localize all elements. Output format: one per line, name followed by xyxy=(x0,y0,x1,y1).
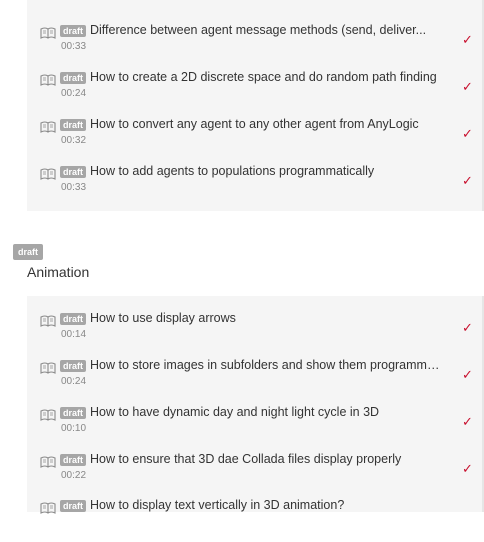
checkmark-icon: ✓ xyxy=(462,126,473,141)
lesson-duration: 00:10 xyxy=(61,423,87,434)
lesson-row[interactable]: draft How to add agents to populations p… xyxy=(27,161,483,208)
lesson-duration: 00:24 xyxy=(61,376,87,387)
lesson-duration: 00:14 xyxy=(61,329,87,340)
lesson-row[interactable]: draft How to display text vertically in … xyxy=(27,495,483,542)
draft-badge: draft xyxy=(60,360,86,372)
lesson-row[interactable]: draft How to create a 2D discrete space … xyxy=(27,67,483,114)
checkmark-icon: ✓ xyxy=(462,320,473,335)
draft-badge: draft xyxy=(60,500,86,512)
lesson-row[interactable]: draft How to ensure that 3D dae Collada … xyxy=(27,449,483,496)
lesson-title[interactable]: How to add agents to populations program… xyxy=(90,164,440,178)
book-icon xyxy=(40,455,56,468)
lesson-duration: 00:33 xyxy=(61,182,87,193)
lesson-row[interactable]: draft How to use display arrows 00:14 ✓ xyxy=(27,308,483,355)
section-lessons-panel: draft How to use display arrows 00:14 ✓ … xyxy=(27,296,483,514)
draft-badge: draft xyxy=(60,454,86,466)
lesson-title[interactable]: How to ensure that 3D dae Collada files … xyxy=(90,452,440,466)
book-icon xyxy=(40,120,56,133)
lesson-duration: 00:22 xyxy=(61,470,87,481)
draft-badge: draft xyxy=(60,313,86,325)
checkmark-icon: ✓ xyxy=(462,79,473,94)
section-draft-badge: draft xyxy=(13,244,43,260)
book-icon xyxy=(40,501,56,514)
draft-badge: draft xyxy=(60,407,86,419)
book-icon xyxy=(40,408,56,421)
lesson-title[interactable]: How to store images in subfolders and sh… xyxy=(90,358,440,372)
checkmark-icon: ✓ xyxy=(462,461,473,476)
section-title[interactable]: Animation xyxy=(27,264,89,280)
draft-badge: draft xyxy=(60,25,86,37)
lesson-duration: 00:24 xyxy=(61,88,87,99)
lesson-title[interactable]: How to display text vertically in 3D ani… xyxy=(90,498,440,512)
checkmark-icon: ✓ xyxy=(462,414,473,429)
lesson-row[interactable]: draft How to convert any agent to any ot… xyxy=(27,114,483,161)
checkmark-icon: ✓ xyxy=(462,367,473,382)
book-icon xyxy=(40,73,56,86)
book-icon xyxy=(40,167,56,180)
lesson-title[interactable]: How to convert any agent to any other ag… xyxy=(90,117,440,131)
lesson-title[interactable]: How to use display arrows xyxy=(90,311,440,325)
section-lessons-panel: draft Difference between agent message m… xyxy=(27,0,483,211)
book-icon xyxy=(40,26,56,39)
lesson-row[interactable]: draft How to have dynamic day and night … xyxy=(27,402,483,449)
lesson-duration: 00:32 xyxy=(61,135,87,146)
lesson-row[interactable]: draft Difference between agent message m… xyxy=(27,20,483,67)
checkmark-icon: ✓ xyxy=(462,173,473,188)
draft-badge: draft xyxy=(60,72,86,84)
lesson-title[interactable]: How to have dynamic day and night light … xyxy=(90,405,440,419)
lesson-title[interactable]: How to create a 2D discrete space and do… xyxy=(90,70,440,84)
checkmark-icon: ✓ xyxy=(462,32,473,47)
book-icon xyxy=(40,314,56,327)
draft-badge: draft xyxy=(60,119,86,131)
book-icon xyxy=(40,361,56,374)
draft-badge: draft xyxy=(60,166,86,178)
lesson-title[interactable]: Difference between agent message methods… xyxy=(90,23,440,37)
lesson-row[interactable]: draft How to store images in subfolders … xyxy=(27,355,483,402)
lesson-duration: 00:33 xyxy=(61,41,87,52)
